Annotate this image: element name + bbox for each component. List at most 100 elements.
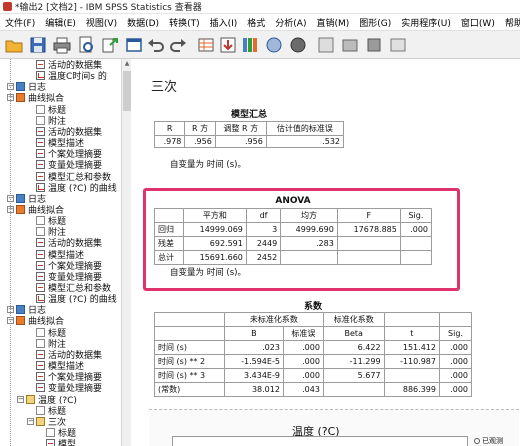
table-item-icon — [36, 349, 45, 359]
recall-dialog-icon[interactable] — [124, 35, 144, 55]
table-item-icon — [46, 439, 55, 446]
menu-view[interactable]: 视图(V) — [81, 16, 122, 29]
title-bar: *输出2 [文档2] - IBM SPSS Statistics 查看器 — [0, 0, 520, 14]
table-cell — [399, 250, 433, 265]
table-cell: .000 — [282, 354, 324, 369]
goto-variable-icon[interactable] — [240, 35, 260, 55]
menu-format[interactable]: 格式 — [242, 16, 270, 29]
model-summary-title: 模型汇总 — [230, 110, 267, 120]
table-cell: 3 — [245, 222, 282, 237]
row-label: 时间 (s) ** 2 — [154, 354, 225, 369]
anova-title: ANOVA — [275, 196, 311, 206]
book-item-icon — [36, 416, 45, 426]
table-cell: .956 — [214, 135, 267, 148]
table-cell: .532 — [265, 135, 345, 148]
insert-heading-icon[interactable] — [388, 35, 408, 55]
undo-icon[interactable] — [146, 35, 166, 55]
menu-analyze[interactable]: 分析(A) — [270, 16, 311, 29]
table-group-header-row: 未标准化系数 标准化系数 — [154, 312, 473, 327]
scrollbar-thumb[interactable] — [123, 71, 131, 111]
header-cell: 估计值的标准误 — [265, 121, 345, 136]
menu-transform[interactable]: 转换(T) — [164, 16, 205, 29]
header-cell: 均方 — [280, 208, 338, 223]
header-cell: R — [153, 121, 186, 136]
menu-help[interactable]: 帮助 — [500, 16, 520, 29]
table-row: 时间 (s) .023 .000 6.422 151.412 .000 — [154, 340, 473, 355]
table-item-icon — [36, 383, 45, 393]
table-cell: 14999.069 — [182, 222, 247, 237]
table-item-icon — [36, 138, 45, 148]
menu-file[interactable]: 文件(F) — [0, 16, 40, 29]
outline-item[interactable]: 温度 (?C) 的曲线 — [36, 293, 117, 305]
expand-toggle-icon[interactable]: − — [27, 417, 34, 425]
row-label: 残差 — [154, 236, 184, 251]
coefficients-title: 系数 — [303, 302, 322, 312]
table-cell: -110.987 — [383, 354, 440, 369]
outline-item-label: 模型 — [58, 440, 77, 446]
doc-item-icon — [36, 115, 45, 125]
row-label: (常数) — [154, 382, 225, 397]
table-item-icon — [36, 283, 45, 292]
log-item-icon — [16, 82, 25, 92]
print-preview-icon[interactable] — [76, 35, 96, 55]
doc-item-icon — [36, 327, 45, 337]
chart-item-icon — [36, 294, 45, 304]
scroll-up-arrow-icon[interactable]: ▲ — [123, 60, 131, 68]
header-cell — [383, 312, 440, 327]
menu-utilities[interactable]: 实用程序(U) — [396, 16, 456, 29]
goto-case-icon[interactable] — [218, 35, 238, 55]
table-item-icon — [36, 260, 45, 270]
menu-data[interactable]: 数据(D) — [122, 16, 164, 29]
table-item-icon — [36, 238, 45, 248]
header-cell: Beta — [322, 326, 385, 341]
group-header-cell: 标准化系数 — [322, 312, 385, 327]
print-icon[interactable] — [52, 35, 72, 55]
table-cell — [280, 250, 338, 265]
hide-icon[interactable] — [316, 35, 336, 55]
model-summary-table: R R 方 调整 R 方 估计值的标准误 .978 .956 .956 .532 — [153, 121, 345, 148]
redo-icon[interactable] — [168, 35, 188, 55]
outline-item[interactable]: 模型 — [46, 438, 76, 446]
menu-edit[interactable]: 编辑(E) — [40, 16, 81, 29]
header-cell: 调整 R 方 — [214, 121, 267, 136]
menu-bar: 文件(F) 编辑(E) 视图(V) 数据(D) 转换(T) 插入(I) 格式 分… — [0, 14, 520, 31]
outline-item[interactable]: 温度C时间s 的 — [36, 70, 107, 83]
save-icon[interactable] — [28, 35, 48, 55]
table-cell: -11.299 — [322, 354, 385, 369]
goto-data-icon[interactable] — [196, 35, 216, 55]
menu-direct-marketing[interactable]: 直销(M) — [311, 16, 354, 29]
output-content: 三次 模型汇总 R R 方 调整 R 方 估计值的标准误 .978 .956 .… — [132, 59, 520, 446]
expand-toggle-icon[interactable]: − — [17, 395, 24, 403]
promote-icon[interactable] — [340, 35, 360, 55]
table-row: (常数) 38.012 .043 886.399 .000 — [154, 382, 473, 397]
outline-item-label: 温度C时间s 的 — [48, 72, 107, 83]
table-cell: 2452 — [245, 250, 282, 265]
coefficients-table: 未标准化系数 标准化系数 B 标准误 Beta t Sig. 时间 (s) .0… — [154, 312, 473, 397]
table-cell — [399, 236, 433, 251]
menu-window[interactable]: 窗口(W) — [456, 16, 500, 29]
header-cell: 平方和 — [182, 208, 247, 223]
header-cell: 标准误 — [282, 326, 324, 341]
table-row: 回归 14999.069 3 4999.690 17678.885 .000 — [154, 222, 433, 237]
table-header-row: R R 方 调整 R 方 估计值的标准误 — [153, 121, 345, 136]
table-cell: .000 — [438, 354, 473, 369]
outline-scrollbar[interactable]: ▲ — [121, 59, 131, 446]
row-label: 时间 (s) ** 3 — [154, 368, 225, 383]
header-cell: df — [245, 208, 282, 223]
menu-insert[interactable]: 插入(I) — [205, 16, 243, 29]
open-folder-icon[interactable] — [4, 35, 24, 55]
show-all-icon[interactable] — [288, 35, 308, 55]
table-cell: .000 — [282, 340, 324, 355]
table-item-icon — [36, 160, 45, 170]
anova-table: 平方和 df 均方 F Sig. 回归 14999.069 3 4999.690… — [154, 208, 433, 265]
header-cell — [154, 208, 184, 223]
menu-graphs[interactable]: 图形(G) — [354, 16, 396, 29]
header-cell: F — [336, 208, 401, 223]
export-icon[interactable] — [100, 35, 120, 55]
outline-item[interactable]: 温度 (?C) 的曲线 — [36, 182, 117, 194]
table-cell: 17678.885 — [336, 222, 401, 237]
chart-legend: 已观测 — [474, 435, 520, 446]
row-label: 时间 (s) — [154, 340, 225, 355]
variables-icon[interactable] — [264, 35, 284, 55]
demote-icon[interactable] — [364, 35, 384, 55]
